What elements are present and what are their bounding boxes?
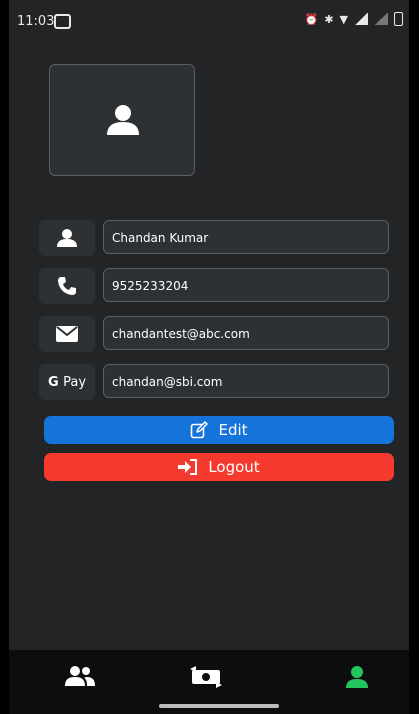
logout-button[interactable]: Logout (44, 453, 394, 481)
edit-icon (191, 421, 209, 439)
phone-icon-box (39, 268, 95, 304)
email-icon-box (39, 316, 95, 352)
users-icon (65, 666, 95, 686)
gpay-g-label: G (47, 374, 59, 390)
status-time: 11:03 (17, 14, 55, 29)
battery-icon (394, 12, 403, 26)
gpay-icon-box: G Pay (39, 364, 95, 400)
nav-item-contacts[interactable] (65, 666, 95, 690)
status-bar: 11:03 ⏰ ✱ ▼ (9, 0, 409, 40)
edit-button[interactable]: Edit (44, 416, 394, 444)
bottom-navigation (9, 650, 409, 714)
logout-icon (178, 459, 198, 475)
notification-icon (54, 14, 71, 29)
bluetooth-icon: ✱ (324, 12, 334, 26)
name-field[interactable]: Chandan Kumar (103, 220, 389, 254)
user-avatar-icon (107, 105, 139, 135)
user-icon (346, 666, 368, 688)
signal-secondary-icon (374, 13, 388, 25)
upi-row: G Pay chandan@sbi.com (39, 364, 391, 400)
gpay-pay-label: Pay (63, 374, 87, 390)
money-transfer-icon (190, 666, 222, 688)
gpay-icon: G Pay (48, 375, 86, 390)
home-indicator[interactable] (159, 704, 279, 708)
upi-field[interactable]: chandan@sbi.com (103, 364, 389, 398)
alarm-icon: ⏰ (304, 12, 319, 26)
profile-avatar[interactable] (49, 64, 195, 176)
email-row: chandantest@abc.com (39, 316, 391, 352)
edit-label: Edit (218, 421, 248, 439)
status-icons: ⏰ ✱ ▼ (305, 12, 403, 26)
app-screen: 11:03 ⏰ ✱ ▼ Chandan Kumar 9525233204 cha… (9, 0, 409, 714)
user-icon (57, 229, 77, 247)
phone-row: 9525233204 (39, 268, 391, 304)
wifi-icon: ▼ (339, 12, 348, 26)
phone-icon (58, 277, 76, 295)
phone-field[interactable]: 9525233204 (103, 268, 389, 302)
name-icon-box (39, 220, 95, 256)
logout-label: Logout (208, 458, 260, 476)
nav-item-profile[interactable] (346, 666, 368, 692)
email-field[interactable]: chandantest@abc.com (103, 316, 389, 350)
name-row: Chandan Kumar (39, 220, 391, 256)
nav-item-transfer[interactable] (190, 666, 222, 692)
signal-icon (354, 13, 368, 25)
envelope-icon (56, 326, 78, 342)
